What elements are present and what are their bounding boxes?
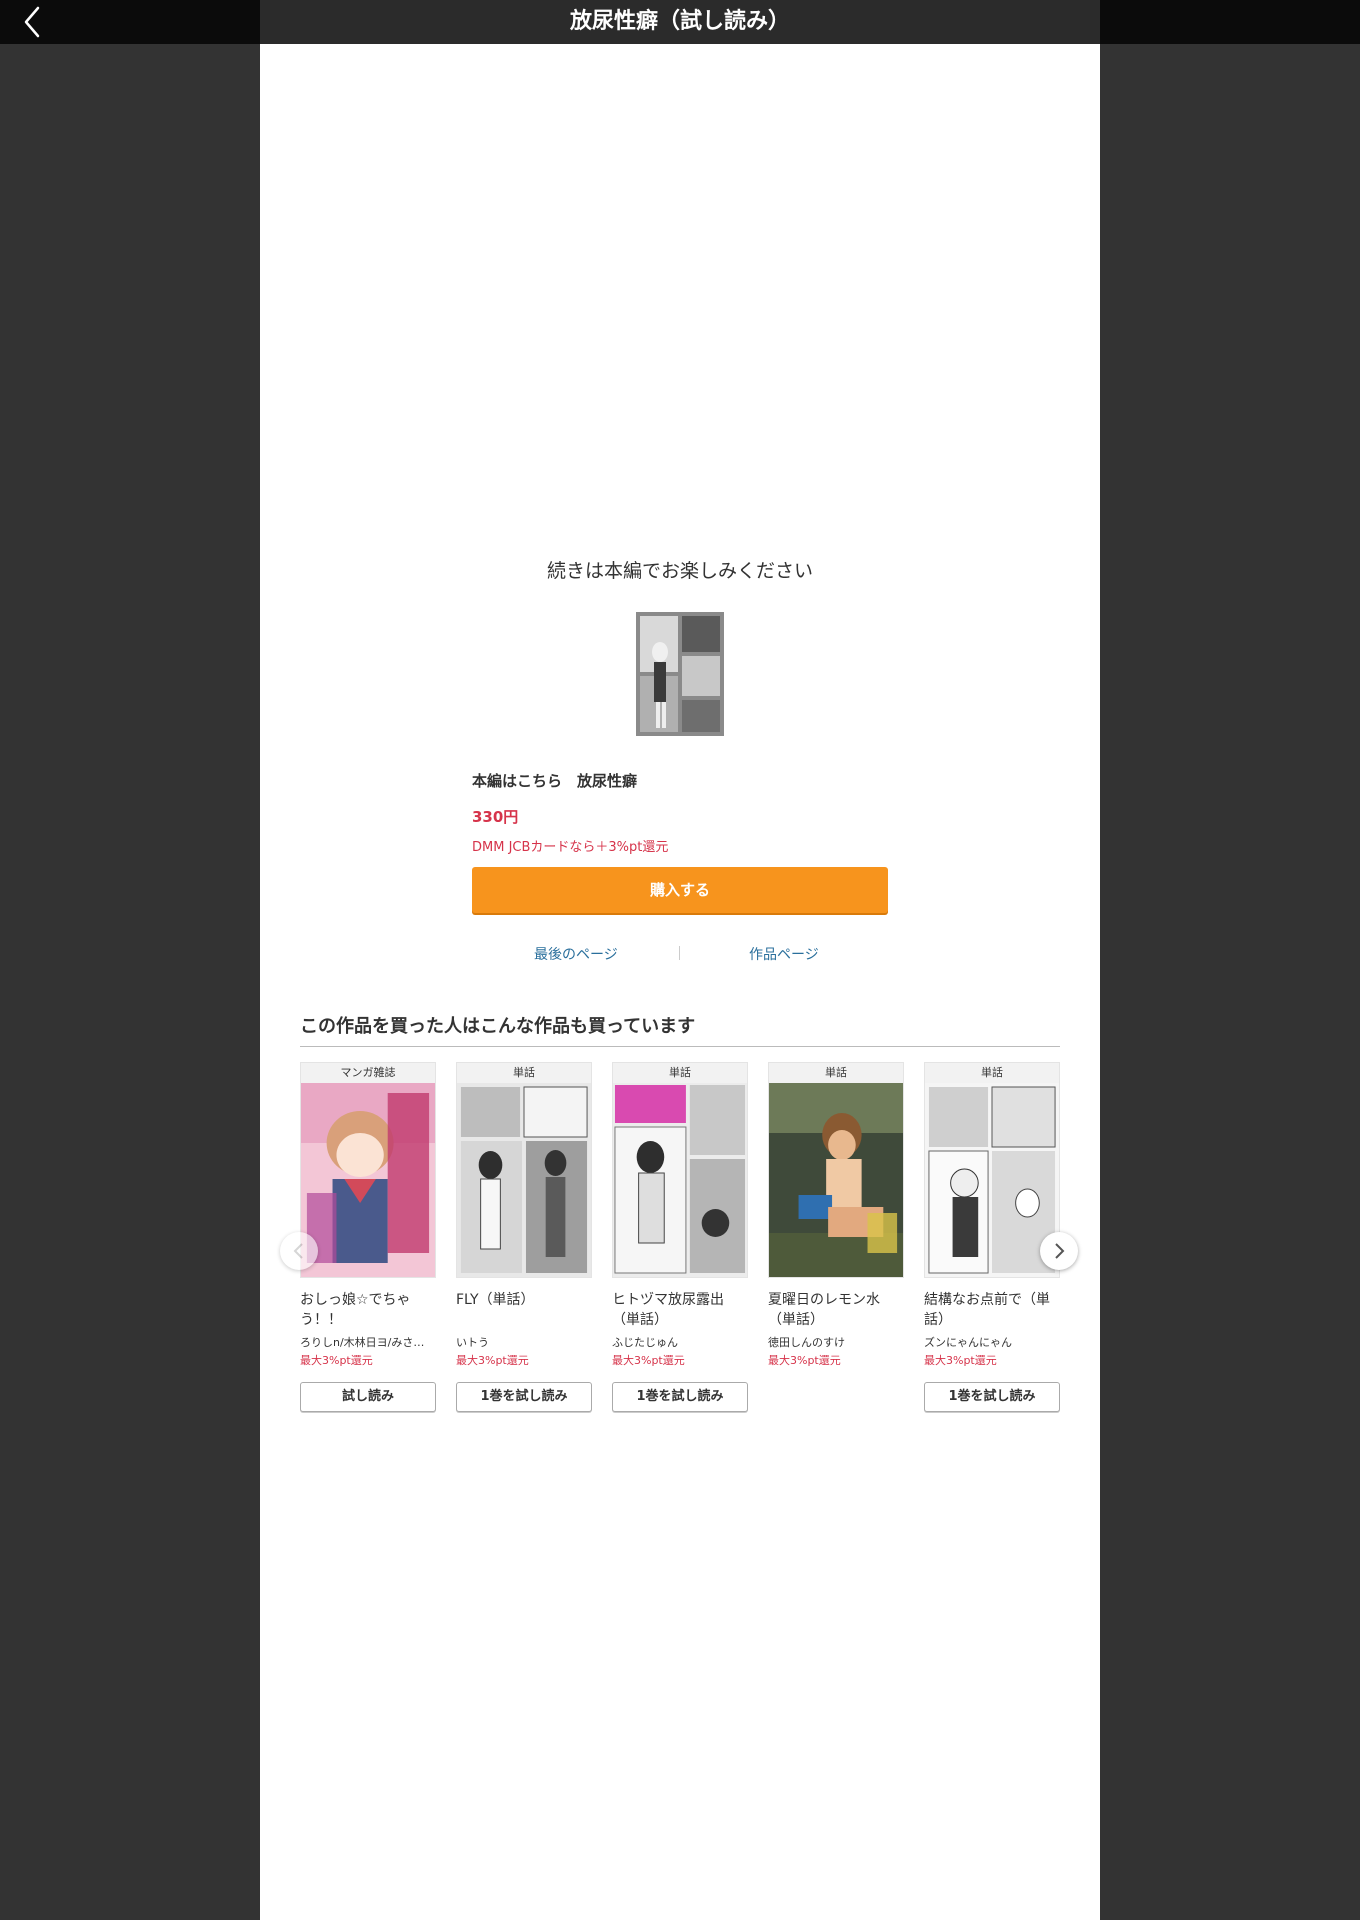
card-points: 最大3%pt還元 — [300, 1354, 373, 1367]
point-campaign-note: DMM JCBカードなら＋3%pt還元 — [472, 840, 669, 855]
product-cover-image[interactable] — [636, 612, 724, 736]
carousel-next-button[interactable] — [1040, 1232, 1078, 1270]
trial-read-button[interactable]: 1巻を試し読み — [612, 1382, 748, 1412]
work-page-link[interactable]: 作品ページ — [749, 944, 819, 964]
recommendation-card[interactable]: マンガ雑誌 おしっ娘☆でちゃう！！ ろりしn/木林日ヨ/みさ… 最大3%pt還元… — [300, 1062, 436, 1412]
chevron-left-icon — [24, 6, 40, 38]
card-title[interactable]: FLY（単話） — [456, 1290, 592, 1332]
trial-read-button[interactable]: 1巻を試し読み — [924, 1382, 1060, 1412]
category-badge: 単話 — [769, 1063, 903, 1083]
chevron-right-icon — [1055, 1243, 1065, 1259]
reader-end-page: 続きは本編でお楽しみください 本編はこちら 放尿性癖 330円 DMM JCBカ… — [260, 44, 1100, 1920]
category-badge: 単話 — [613, 1063, 747, 1083]
last-page-link[interactable]: 最後のページ — [534, 944, 618, 964]
card-author[interactable]: ふじたじゅん — [612, 1334, 748, 1350]
product-title[interactable]: 本編はこちら 放尿性癖 — [472, 770, 637, 791]
page-title: 放尿性癖（試し読み） — [569, 9, 790, 34]
cover-art — [301, 1083, 435, 1277]
recommendation-card[interactable]: 単話 結構なお点前で（単話） ズンにゃんにゃん 最大3%pt還元 1巻を試し読み — [924, 1062, 1060, 1412]
card-cover[interactable]: 単話 — [612, 1062, 748, 1278]
card-points: 最大3%pt還元 — [768, 1354, 841, 1367]
recommendation-heading: この作品を買った人はこんな作品も買っています — [300, 1016, 696, 1037]
back-button[interactable] — [14, 4, 50, 40]
card-points: 最大3%pt還元 — [456, 1354, 529, 1367]
trial-read-button[interactable]: 1巻を試し読み — [456, 1382, 592, 1412]
recommendation-card[interactable]: 単話 FLY（単話） いトう 最大3%pt還元 1巻を試し読み — [456, 1062, 592, 1412]
category-badge: 単話 — [457, 1063, 591, 1083]
category-badge: 単話 — [925, 1063, 1059, 1083]
card-author[interactable]: いトう — [456, 1334, 592, 1350]
card-title[interactable]: おしっ娘☆でちゃう！！ — [300, 1290, 436, 1332]
product-price: 330円 — [472, 808, 519, 826]
card-cover[interactable]: 単話 — [456, 1062, 592, 1278]
card-title[interactable]: 夏曜日のレモン水（単話） — [768, 1290, 904, 1332]
card-author[interactable]: 徳田しんのすけ — [768, 1334, 904, 1350]
card-author[interactable]: ろりしn/木林日ヨ/みさ… — [300, 1334, 436, 1350]
cover-art — [613, 1083, 747, 1277]
card-title[interactable]: 結構なお点前で（単話） — [924, 1290, 1060, 1332]
heading-divider — [300, 1046, 1060, 1047]
card-cover[interactable]: 単話 — [768, 1062, 904, 1278]
card-cover[interactable]: マンガ雑誌 — [300, 1062, 436, 1278]
card-points: 最大3%pt還元 — [612, 1354, 685, 1367]
buy-button[interactable]: 購入する — [472, 867, 888, 913]
chevron-left-icon — [293, 1243, 303, 1259]
recommendation-card[interactable]: 単話 ヒトヅマ放尿露出（単話） ふじたじゅん 最大3%pt還元 1巻を試し読み — [612, 1062, 748, 1412]
cover-art — [457, 1083, 591, 1277]
trial-read-button[interactable]: 試し読み — [300, 1382, 436, 1412]
card-author[interactable]: ズンにゃんにゃん — [924, 1334, 1060, 1350]
cover-art — [925, 1083, 1059, 1277]
recommendation-card[interactable]: 単話 夏曜日のレモン水（単話） 徳田しんのすけ 最大3%pt還元 — [768, 1062, 904, 1368]
category-badge: マンガ雑誌 — [301, 1063, 435, 1083]
manga-cover-art — [636, 612, 724, 736]
link-divider — [679, 946, 680, 960]
card-title[interactable]: ヒトヅマ放尿露出（単話） — [612, 1290, 748, 1332]
carousel-prev-button[interactable] — [280, 1232, 318, 1270]
continue-message: 続きは本編でお楽しみください — [546, 560, 813, 582]
cover-art — [769, 1083, 903, 1277]
card-points: 最大3%pt還元 — [924, 1354, 997, 1367]
